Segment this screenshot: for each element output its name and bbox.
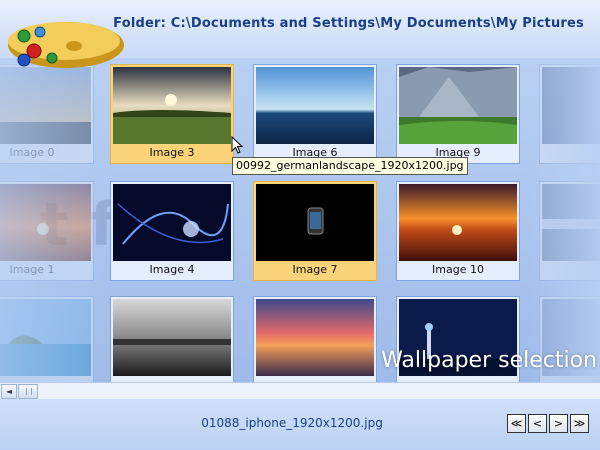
- folder-path: Folder: C:\Documents and Settings\My Doc…: [113, 16, 584, 31]
- horizontal-scrollbar[interactable]: ◄: [0, 382, 600, 400]
- thumbnail-caption: Image 10: [432, 263, 484, 276]
- thumbnail-partial-right-2[interactable]: [539, 181, 600, 281]
- thumbnail-picture: [399, 184, 517, 261]
- thumbnail-image-4[interactable]: Image 4: [110, 181, 234, 281]
- thumbnail-caption: Image 1: [9, 263, 55, 276]
- thumbnail-caption: Image 3: [149, 146, 195, 159]
- thumbnail-image-1[interactable]: Image 1: [0, 181, 94, 281]
- thumbnail-image-10[interactable]: Image 10: [396, 181, 520, 281]
- thumbnail-image-5[interactable]: [110, 296, 234, 382]
- thumbnail-picture: [542, 67, 600, 144]
- palette-logo-icon: [8, 22, 124, 68]
- scrollbar-thumb[interactable]: [18, 384, 38, 399]
- thumbnail-caption: Image 7: [292, 263, 338, 276]
- thumbnail-picture: [399, 67, 517, 144]
- thumbnail-image-6[interactable]: Image 6: [253, 64, 377, 164]
- thumbnail-picture: [0, 184, 91, 261]
- thumbnail-image-8[interactable]: [253, 296, 377, 382]
- previous-page-button[interactable]: <: [528, 414, 547, 433]
- thumbnail-grid: t f Image 0 Image 3 Image 6 Image 9 I: [0, 58, 600, 382]
- thumbnail-caption: Image 4: [149, 263, 195, 276]
- wallpaper-selection-title: Wallpaper selection: [381, 348, 597, 373]
- thumbnail-picture: [0, 67, 91, 144]
- thumbnail-picture: [113, 184, 231, 261]
- last-page-button[interactable]: ≫: [570, 414, 589, 433]
- thumbnail-image-9[interactable]: Image 9: [396, 64, 520, 164]
- thumbnail-picture: [113, 299, 231, 376]
- first-page-button[interactable]: ≪: [507, 414, 526, 433]
- scroll-left-arrow-icon[interactable]: ◄: [1, 384, 17, 399]
- thumbnail-image-0[interactable]: Image 0: [0, 64, 94, 164]
- thumbnail-partial-right-1[interactable]: [539, 64, 600, 164]
- filename-tooltip: 00992_germanlandscape_1920x1200.jpg: [232, 157, 468, 175]
- navigation-buttons: ≪ < > ≫: [507, 414, 589, 433]
- thumbnail-picture: [542, 184, 600, 261]
- mouse-cursor-icon: [231, 136, 243, 154]
- thumbnail-picture: [256, 67, 374, 144]
- next-page-button[interactable]: >: [549, 414, 568, 433]
- thumbnail-image-2[interactable]: [0, 296, 94, 382]
- thumbnail-picture: [0, 299, 91, 376]
- thumbnail-picture: [256, 299, 374, 376]
- thumbnail-picture: [113, 67, 231, 144]
- footer-bar: 01088_iphone_1920x1200.jpg ≪ < > ≫: [0, 399, 600, 450]
- thumbnail-picture: [256, 184, 374, 261]
- thumbnail-image-7[interactable]: Image 7: [253, 181, 377, 281]
- selected-filename: 01088_iphone_1920x1200.jpg: [201, 416, 383, 430]
- thumbnail-image-3[interactable]: Image 3: [110, 64, 234, 164]
- thumbnail-caption: Image 0: [9, 146, 55, 159]
- scrollbar-grip-icon: [26, 388, 32, 395]
